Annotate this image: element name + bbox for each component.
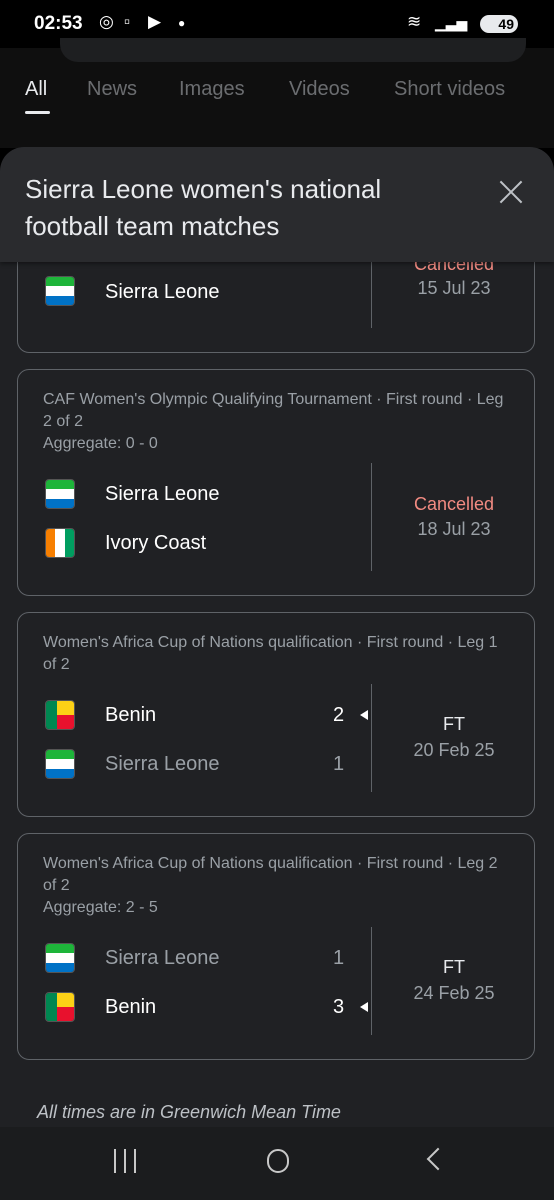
tab-all[interactable]: All [25, 78, 47, 101]
flag-sierra-leone-icon [45, 749, 75, 779]
navigation-bar [0, 1127, 554, 1200]
team-score: 3 [333, 996, 345, 1018]
competition-label: Women's Africa Cup of Nations qualificat… [43, 853, 513, 919]
close-icon[interactable] [494, 175, 528, 209]
match-date: 24 Feb 25 [413, 983, 495, 1003]
flag-sierra-leone-icon [45, 276, 75, 306]
tab-videos[interactable]: Videos [289, 78, 350, 101]
winner-arrow-icon [360, 1002, 368, 1012]
match-card[interactable]: CAF Women's Olympic Qualifying Tournamen… [17, 369, 535, 596]
team-name: Sierra Leone [105, 281, 220, 303]
team-name: Sierra Leone [105, 483, 220, 505]
match-date: 15 Jul 23 [417, 278, 491, 298]
match-status: FT [443, 714, 465, 734]
team-score: 1 [333, 947, 345, 969]
notification-icon: ▫ [124, 12, 131, 31]
team-score: 2 [333, 704, 345, 726]
back-icon[interactable] [426, 1147, 450, 1171]
timezone-note: All times are in Greenwich Mean Time [37, 1102, 341, 1122]
sheet-header: Sierra Leone women's national football t… [0, 147, 554, 262]
recent-apps-icon[interactable] [112, 1149, 138, 1173]
active-tab-indicator [25, 111, 50, 114]
matches-sheet: Sierra Leone women's national football t… [0, 147, 554, 1200]
competition-name: Women's Africa Cup of Nations qualificat… [43, 634, 498, 673]
tab-images[interactable]: Images [179, 78, 245, 101]
sheet-title: Sierra Leone women's national football t… [25, 174, 382, 241]
flag-sierra-leone-icon [45, 943, 75, 973]
match-status: FT [443, 957, 465, 977]
flag-benin-icon [45, 700, 75, 730]
card-divider [371, 927, 372, 1035]
team-name: Sierra Leone [105, 947, 220, 969]
aggregate-score: Aggregate: 0 - 0 [43, 435, 158, 452]
card-divider [371, 684, 372, 792]
battery-icon: 49 [480, 15, 518, 33]
team-name: Ivory Coast [105, 532, 207, 554]
wifi-icon: ≋ [407, 12, 422, 31]
whatsapp-icon: ◎ [99, 12, 114, 31]
match-card[interactable]: Women's Africa Cup of Nations qualificat… [17, 612, 535, 817]
tab-short-videos[interactable]: Short videos [394, 78, 505, 101]
team-name: Sierra Leone [105, 753, 220, 775]
competition-label: CAF Women's Olympic Qualifying Tournamen… [43, 389, 513, 455]
flag-sierra-leone-icon [45, 479, 75, 509]
dot-icon: ● [178, 16, 186, 30]
match-date: 18 Jul 23 [417, 519, 491, 539]
flag-benin-icon [45, 992, 75, 1022]
team-name: Benin [105, 704, 157, 726]
match-card[interactable]: Women's Africa Cup of Nations qualificat… [17, 833, 535, 1060]
status-time: 02:53 [34, 13, 83, 34]
battery-level: 49 [498, 16, 514, 32]
flag-ivory-coast-icon [45, 528, 75, 558]
home-icon[interactable] [267, 1149, 289, 1173]
tab-news[interactable]: News [87, 78, 137, 101]
competition-label: Women's Africa Cup of Nations qualificat… [43, 632, 513, 676]
search-tabs: All News Images Videos Short videos [0, 78, 554, 118]
match-date: 20 Feb 25 [413, 740, 495, 760]
match-status: Cancelled [413, 494, 495, 514]
competition-name: Women's Africa Cup of Nations qualificat… [43, 855, 498, 894]
competition-name: CAF Women's Olympic Qualifying Tournamen… [43, 391, 504, 430]
signal-icon: ▁▃▅ [435, 15, 468, 31]
aggregate-score: Aggregate: 2 - 5 [43, 899, 158, 916]
card-divider [371, 463, 372, 571]
search-bar[interactable] [60, 38, 526, 62]
winner-arrow-icon [360, 710, 368, 720]
team-score: 1 [333, 753, 345, 775]
team-name: Benin [105, 996, 157, 1018]
play-icon: ▶ [148, 12, 162, 31]
